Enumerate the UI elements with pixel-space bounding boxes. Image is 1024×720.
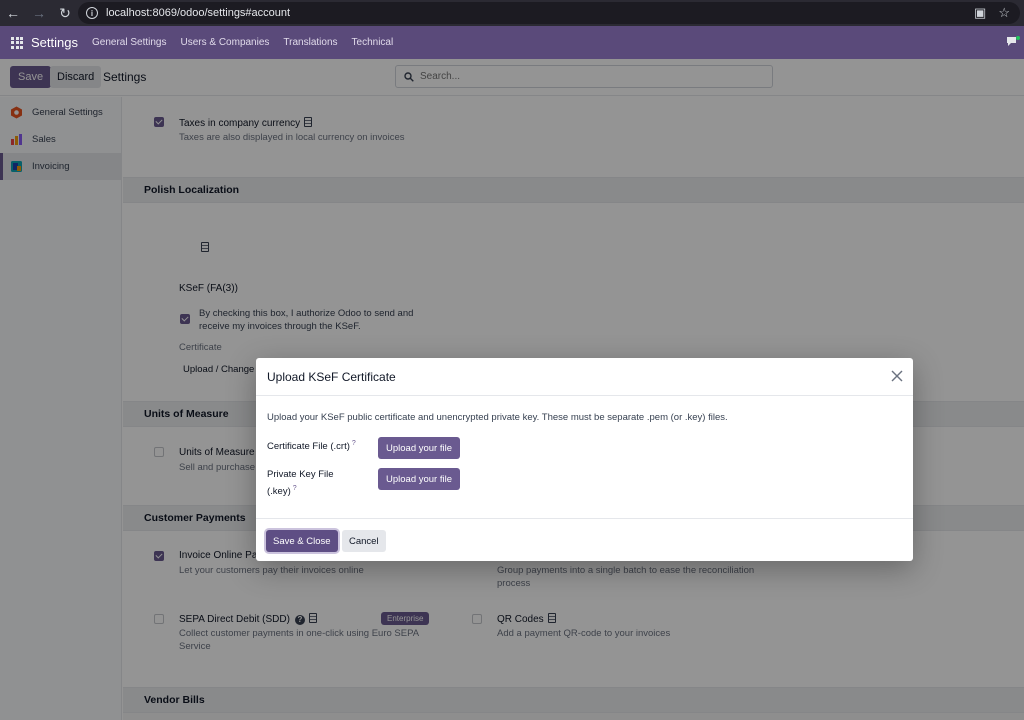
modal-intro-text: Upload your KSeF public certificate and …	[267, 412, 728, 423]
certificate-file-label: Certificate File (.crt)?	[267, 437, 356, 454]
nav-brand[interactable]: Settings	[31, 35, 78, 50]
apps-menu-icon[interactable]	[11, 36, 23, 49]
forward-arrow-icon[interactable]: →	[26, 0, 52, 26]
modal-body: Upload your KSeF public certificate and …	[256, 396, 913, 518]
private-key-file-label: Private Key File (.key)?	[267, 468, 334, 499]
bookmark-star-icon[interactable]: ☆	[998, 5, 1010, 21]
nav-menu-users-companies[interactable]: Users & Companies	[180, 37, 269, 48]
upload-private-key-button[interactable]: Upload your file	[378, 468, 461, 490]
help-tooltip-icon[interactable]: ?	[352, 440, 356, 447]
save-close-button[interactable]: Save & Close	[266, 530, 338, 552]
nav-menu-technical[interactable]: Technical	[352, 37, 394, 48]
modal-footer: Save & Close Cancel	[256, 518, 913, 561]
chat-icon[interactable]	[1006, 36, 1020, 48]
nav-menu-translations[interactable]: Translations	[283, 37, 337, 48]
install-app-icon[interactable]: ▣	[974, 5, 986, 21]
close-icon[interactable]	[891, 370, 903, 382]
modal-title: Upload KSeF Certificate	[267, 369, 396, 384]
certificate-file-label-text: Certificate File (.crt)	[267, 441, 350, 453]
url-text: localhost:8069/odoo/settings#account	[106, 7, 291, 19]
modal-header: Upload KSeF Certificate	[256, 358, 913, 396]
address-bar[interactable]: i localhost:8069/odoo/settings#account ▣…	[78, 2, 1020, 24]
browser-toolbar: ← → ↻ i localhost:8069/odoo/settings#acc…	[0, 0, 1024, 26]
private-key-label-line2: (.key)	[267, 486, 291, 498]
upload-ksef-certificate-dialog: Upload KSeF Certificate Upload your KSeF…	[256, 358, 913, 561]
site-info-icon[interactable]: i	[86, 7, 98, 19]
back-arrow-icon[interactable]: ←	[0, 0, 26, 26]
private-key-label-line1: Private Key File	[267, 469, 334, 480]
upload-certificate-button[interactable]: Upload your file	[378, 437, 461, 459]
nav-menu-general-settings[interactable]: General Settings	[92, 37, 167, 48]
reload-icon[interactable]: ↻	[52, 0, 78, 26]
top-navbar: Settings General Settings Users & Compan…	[0, 26, 1024, 59]
cancel-button[interactable]: Cancel	[342, 530, 386, 552]
help-tooltip-icon[interactable]: ?	[293, 485, 297, 492]
